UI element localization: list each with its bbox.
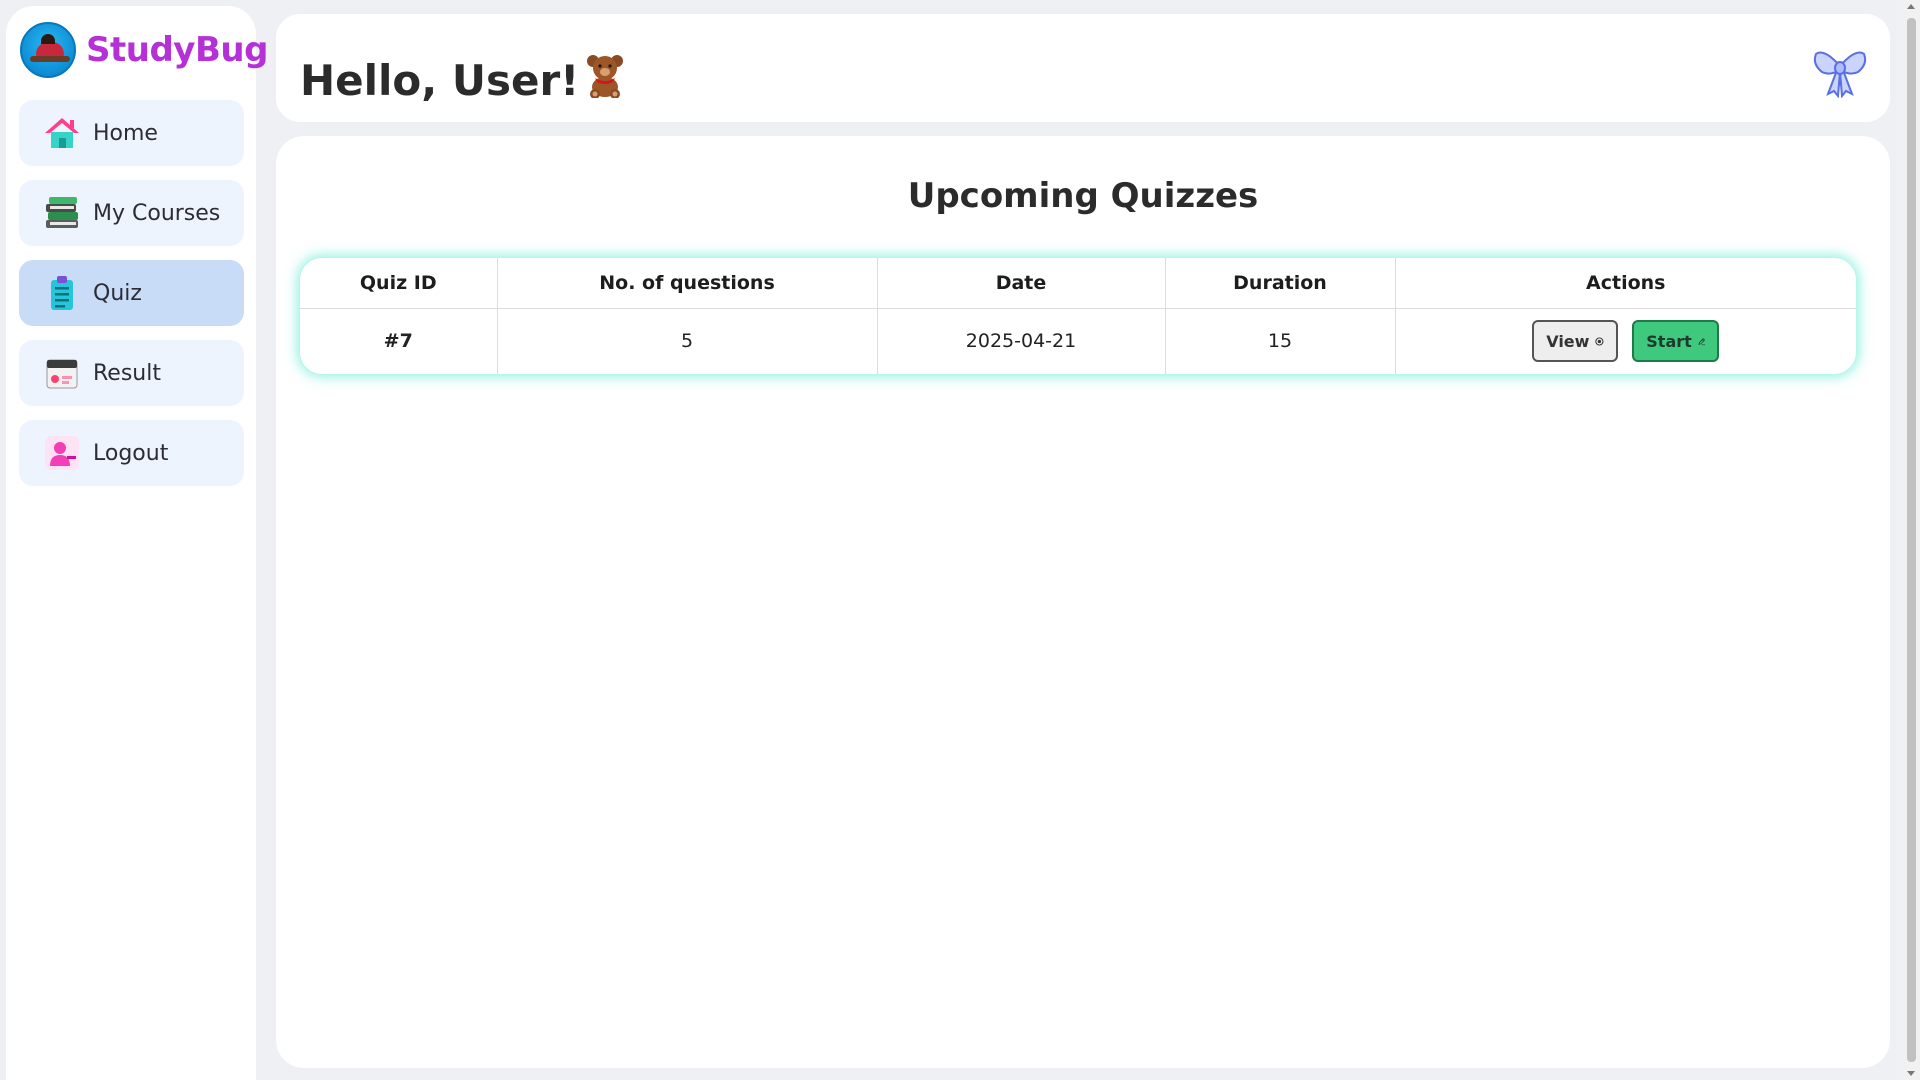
- sidebar-item-label: Home: [93, 120, 158, 146]
- sidebar-item-label: Quiz: [93, 280, 142, 306]
- column-header-duration: Duration: [1165, 258, 1396, 309]
- column-header-quiz-id: Quiz ID: [300, 258, 498, 309]
- cell-date: 2025-04-21: [877, 308, 1166, 374]
- cell-actions: View Start: [1395, 308, 1856, 374]
- ladybug-logo: [20, 22, 76, 78]
- greeting-text: Hello, User!: [300, 55, 580, 105]
- section-title: Upcoming Quizzes: [907, 176, 1259, 216]
- sidebar-item-result[interactable]: Result: [19, 340, 244, 406]
- sidebar: StudyBug Home My Courses Quiz Result Log…: [6, 6, 268, 1080]
- sidebar-nav: Home My Courses Quiz Result Logout: [19, 100, 244, 500]
- table-header-row: Quiz ID No. of questions Date Duration A…: [300, 258, 1856, 309]
- teddy-bear-icon: [583, 52, 627, 108]
- table-row: #7 5 2025-04-21 15 View Start: [300, 308, 1856, 374]
- cell-duration: 15: [1165, 308, 1396, 374]
- page-scrollbar[interactable]: [1903, 0, 1920, 1080]
- sidebar-item-logout[interactable]: Logout: [19, 420, 244, 486]
- brand-name: StudyBug: [86, 30, 268, 70]
- cell-questions: 5: [497, 308, 878, 374]
- scroll-up-arrow-icon[interactable]: [1907, 4, 1915, 9]
- user-logout-icon: [43, 434, 81, 472]
- column-header-actions: Actions: [1395, 258, 1856, 309]
- pencil-icon: [1698, 337, 1705, 345]
- scroll-down-arrow-icon[interactable]: [1907, 1071, 1915, 1076]
- ribbon-bow-icon[interactable]: [1812, 42, 1868, 99]
- quiz-table-container: Quiz ID No. of questions Date Duration A…: [300, 258, 1856, 374]
- sidebar-item-quiz[interactable]: Quiz: [19, 260, 244, 326]
- main-panel: Upcoming Quizzes Quiz ID No. of question…: [276, 136, 1890, 1068]
- brand[interactable]: StudyBug: [20, 20, 268, 80]
- scrollbar-thumb[interactable]: [1907, 18, 1916, 1062]
- column-header-questions: No. of questions: [497, 258, 878, 309]
- page-greeting: Hello, User!: [300, 52, 627, 108]
- sidebar-item-label: Result: [93, 360, 161, 386]
- app: StudyBug Home My Courses Quiz Result Log…: [0, 0, 1920, 1080]
- books-icon: [43, 194, 81, 232]
- sidebar-item-home[interactable]: Home: [19, 100, 244, 166]
- start-button-label: Start: [1646, 331, 1692, 351]
- sidebar-item-my-courses[interactable]: My Courses: [19, 180, 244, 246]
- column-header-date: Date: [877, 258, 1166, 309]
- view-button-label: View: [1546, 331, 1590, 351]
- clipboard-icon: [43, 274, 81, 312]
- quiz-table: Quiz ID No. of questions Date Duration A…: [300, 258, 1856, 374]
- view-button[interactable]: View: [1532, 320, 1619, 363]
- sidebar-item-label: Logout: [93, 440, 169, 466]
- calendar-icon: [43, 354, 81, 392]
- cell-quiz-id: #7: [300, 308, 498, 374]
- sidebar-item-label: My Courses: [93, 200, 221, 226]
- header: Hello, User!: [276, 14, 1890, 122]
- eye-icon: [1595, 337, 1604, 346]
- house-icon: [43, 114, 81, 152]
- start-button[interactable]: Start: [1632, 320, 1720, 363]
